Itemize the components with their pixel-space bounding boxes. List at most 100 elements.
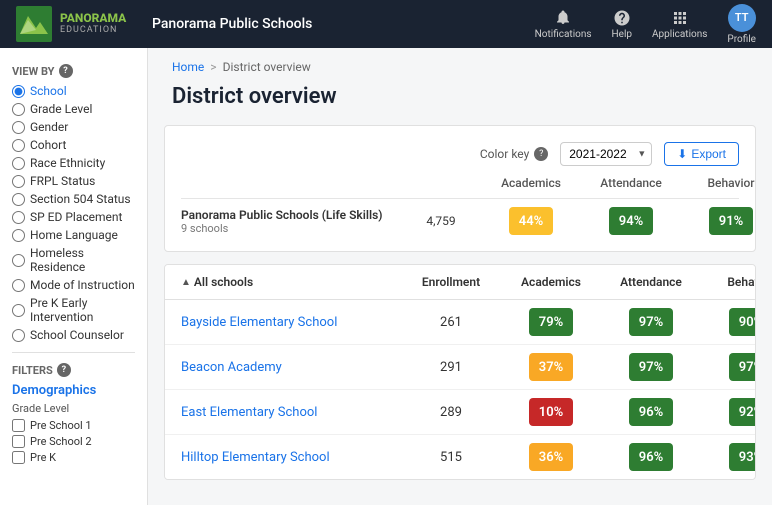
top-navigation: PANORAMA EDUCATION Panorama Public Schoo… [0,0,772,48]
district-behavior-badge: 91% [709,207,753,235]
school-name[interactable]: Beacon Academy [181,360,401,375]
school-name[interactable]: Hilltop Elementary School [181,450,401,465]
view-by-sp-ed[interactable]: SP ED Placement [12,210,135,224]
view-by-grade-level[interactable]: Grade Level [12,102,135,116]
district-name: Panorama Public Schools (Life Skills) [181,208,401,222]
behavior-cell: 92% [701,398,756,426]
filters-section: FILTERS ? [12,363,135,377]
th-attendance: Attendance [601,275,701,289]
table-row: Bayside Elementary School 261 79% 97% 90… [165,300,755,345]
filters-label: FILTERS [12,364,53,377]
help-button[interactable]: Help [612,9,632,40]
district-attendance-cell: 94% [581,207,681,235]
behavior-badge: 97% [729,353,756,381]
logo-name: PANORAMA [60,12,126,25]
attendance-badge: 97% [629,308,673,336]
view-by-section-504[interactable]: Section 504 Status [12,192,135,206]
school-enrollment: 291 [401,360,501,375]
color-key: Color key ? [480,147,548,161]
behavior-cell: 90% [701,308,756,336]
attendance-cell: 96% [601,443,701,471]
export-down-icon: ⬇ [677,147,687,161]
schools-table: ▲ All schools Enrollment Academics Atten… [164,264,756,480]
view-by-section: VIEW BY ? [12,64,135,78]
view-by-frpl-status[interactable]: FRPL Status [12,174,135,188]
color-key-label: Color key [480,147,529,161]
attendance-cell: 97% [601,353,701,381]
pre-school-2-checkbox[interactable]: Pre School 2 [12,435,135,448]
pre-k-checkbox[interactable]: Pre K [12,451,135,464]
district-name-cell: Panorama Public Schools (Life Skills) 9 … [181,208,401,235]
behavior-cell: 93% [701,443,756,471]
col-header-behavior: Behavior [681,176,772,190]
school-enrollment: 261 [401,315,501,330]
view-by-school[interactable]: School [12,84,135,98]
view-by-pre-k-early[interactable]: Pre K Early Intervention [12,296,135,324]
attendance-badge: 96% [629,398,673,426]
district-behavior-cell: 91% [681,207,772,235]
district-card: Color key ? 2021-2022 2020-2021 2019-202… [164,125,756,252]
view-by-mode-instruction[interactable]: Mode of Instruction [12,278,135,292]
content-area: Home > District overview District overvi… [148,48,772,505]
help-label: Help [612,29,632,40]
col-header-enrollment [401,176,481,190]
district-col-headers: Academics Attendance Behavior Life Skill… [181,176,739,199]
pre-school-1-checkbox[interactable]: Pre School 1 [12,419,135,432]
sidebar-divider [12,352,135,353]
academics-badge: 10% [529,398,573,426]
page-title: District overview [148,78,772,125]
attendance-badge: 96% [629,443,673,471]
notifications-button[interactable]: Notifications [535,9,592,40]
applications-button[interactable]: Applications [652,9,707,40]
applications-label: Applications [652,29,707,40]
attendance-badge: 97% [629,353,673,381]
table-row: Hilltop Elementary School 515 36% 96% 93… [165,435,755,479]
school-name[interactable]: Bayside Elementary School [181,315,401,330]
academics-cell: 37% [501,353,601,381]
nav-title: Panorama Public Schools [152,16,519,32]
academics-badge: 37% [529,353,573,381]
filters-info-icon[interactable]: ? [57,363,71,377]
district-summary-row: Panorama Public Schools (Life Skills) 9 … [181,207,739,235]
col-header-name [181,176,401,190]
main-layout: VIEW BY ? School Grade Level Gender Coho… [0,48,772,505]
export-label: Export [691,147,726,161]
academics-cell: 36% [501,443,601,471]
panorama-logo-icon [16,6,52,42]
grade-level-filter-label: Grade Level [12,402,135,415]
view-by-info-icon[interactable]: ? [59,64,73,78]
table-row: East Elementary School 289 10% 96% 92% 6… [165,390,755,435]
breadcrumb-home[interactable]: Home [172,60,204,74]
profile-button[interactable]: TT Profile [727,4,756,45]
sidebar: VIEW BY ? School Grade Level Gender Coho… [0,48,148,505]
demographics-filter[interactable]: Demographics [12,383,135,398]
logo-sub: EDUCATION [60,26,126,36]
school-enrollment: 515 [401,450,501,465]
district-sub: 9 schools [181,222,401,235]
view-by-label: VIEW BY [12,65,55,78]
view-by-school-counselor[interactable]: School Counselor [12,328,135,342]
view-by-gender[interactable]: Gender [12,120,135,134]
district-enrollment: 4,759 [401,214,481,228]
view-by-homeless[interactable]: Homeless Residence [12,246,135,274]
behavior-badge: 92% [729,398,756,426]
th-schools-label: All schools [194,275,253,289]
table-header-row: ▲ All schools Enrollment Academics Atten… [165,265,755,300]
school-name[interactable]: East Elementary School [181,405,401,420]
district-academics-cell: 44% [481,207,581,235]
view-by-home-language[interactable]: Home Language [12,228,135,242]
academics-cell: 79% [501,308,601,336]
view-by-race-ethnicity[interactable]: Race Ethnicity [12,156,135,170]
view-by-cohort[interactable]: Cohort [12,138,135,152]
district-attendance-badge: 94% [609,207,653,235]
th-behavior: Behavior [701,275,756,289]
card-top-bar: Color key ? 2021-2022 2020-2021 2019-202… [181,142,739,166]
academics-badge: 36% [529,443,573,471]
th-schools: ▲ All schools [181,275,401,289]
sort-arrow-icon: ▲ [181,277,191,288]
year-dropdown[interactable]: 2021-2022 2020-2021 2019-2020 [560,142,652,166]
color-key-info-icon[interactable]: ? [534,147,548,161]
export-button[interactable]: ⬇ Export [664,142,739,166]
behavior-badge: 93% [729,443,756,471]
behavior-cell: 97% [701,353,756,381]
